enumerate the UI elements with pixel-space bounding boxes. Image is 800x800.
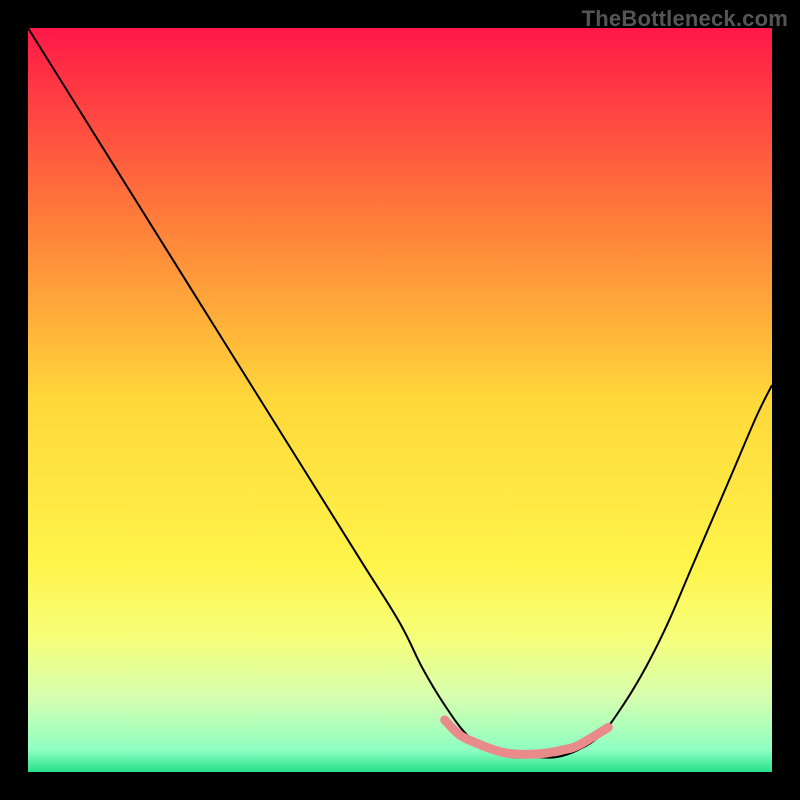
chart-svg: [28, 28, 772, 772]
chart-frame: TheBottleneck.com: [0, 0, 800, 800]
chart-background: [28, 28, 772, 772]
watermark-text: TheBottleneck.com: [582, 6, 788, 32]
chart-plot-area: [28, 28, 772, 772]
